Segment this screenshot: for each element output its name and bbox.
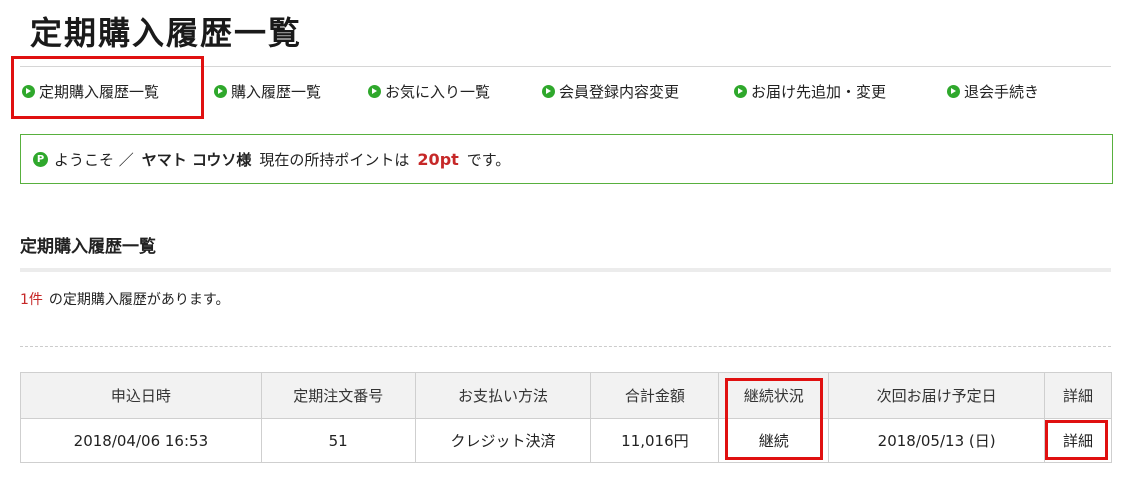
nav-item-delivery-address[interactable]: お届け先追加・変更 bbox=[734, 80, 886, 102]
column-header: 合計金額 bbox=[590, 372, 720, 419]
history-count-text: の定期購入履歴があります。 bbox=[48, 292, 230, 308]
nav-item-purchase-history[interactable]: 購入履歴一覧 bbox=[214, 80, 321, 102]
nav-item-label: 購入履歴一覧 bbox=[231, 82, 322, 101]
welcome-greeting: ようこそ ／ bbox=[54, 150, 134, 169]
table-header-row: 申込日時 定期注文番号 お支払い方法 合計金額 継続状況 次回お届け予定日 詳細 bbox=[20, 372, 1112, 419]
column-header: 継続状況 bbox=[718, 372, 830, 419]
section-title: 定期購入履歴一覧 bbox=[20, 237, 156, 257]
page-title: 定期購入履歴一覧 bbox=[30, 14, 303, 52]
nav-item-label: お届け先追加・変更 bbox=[751, 82, 887, 101]
nav-item-withdraw[interactable]: 退会手続き bbox=[947, 80, 1039, 102]
member-name: ヤマト コウソ様 bbox=[141, 150, 252, 169]
history-count: 1件 bbox=[20, 292, 43, 308]
next-delivery-date-cell: 2018/05/13 (日) bbox=[828, 418, 1046, 463]
subscription-history-table: 申込日時 定期注文番号 お支払い方法 合計金額 継続状況 次回お届け予定日 詳細… bbox=[20, 372, 1112, 463]
section-divider bbox=[20, 268, 1111, 272]
arrow-bullet-icon bbox=[214, 84, 227, 98]
nav-item-label: 会員登録内容変更 bbox=[559, 82, 680, 101]
arrow-bullet-icon bbox=[734, 84, 747, 98]
welcome-box: P ようこそ ／ ヤマト コウソ様 現在の所持ポイントは 20pt です。 bbox=[20, 134, 1113, 184]
detail-link[interactable]: 詳細 bbox=[1044, 418, 1112, 463]
order-number-cell: 51 bbox=[260, 418, 416, 463]
points-value: 20pt bbox=[417, 149, 459, 169]
payment-method-cell: クレジット決済 bbox=[414, 418, 592, 463]
nav-item-favorites[interactable]: お気に入り一覧 bbox=[368, 80, 490, 102]
arrow-bullet-icon bbox=[947, 84, 960, 98]
nav-item-label: お気に入り一覧 bbox=[385, 82, 491, 101]
column-header: 詳細 bbox=[1044, 372, 1112, 419]
table-row: 2018/04/06 16:53 51 クレジット決済 11,016円 継続 2… bbox=[20, 418, 1112, 463]
total-amount-cell: 11,016円 bbox=[590, 418, 720, 463]
arrow-bullet-icon bbox=[542, 84, 555, 98]
points-icon: P bbox=[33, 151, 48, 167]
nav-item-member-info-edit[interactable]: 会員登録内容変更 bbox=[542, 80, 679, 102]
column-header: お支払い方法 bbox=[414, 372, 592, 419]
arrow-bullet-icon bbox=[368, 84, 381, 98]
continuation-status-cell: 継続 bbox=[718, 418, 830, 463]
points-prefix: 現在の所持ポイントは bbox=[259, 150, 410, 169]
highlight-box-nav bbox=[11, 56, 204, 119]
column-header: 申込日時 bbox=[20, 372, 262, 419]
order-date-cell: 2018/04/06 16:53 bbox=[20, 418, 262, 463]
points-suffix: です。 bbox=[466, 150, 511, 169]
nav-item-label: 退会手続き bbox=[964, 82, 1040, 101]
history-count-line: 1件 の定期購入履歴があります。 bbox=[20, 289, 230, 309]
column-header: 定期注文番号 bbox=[260, 372, 416, 419]
dotted-divider bbox=[20, 346, 1111, 347]
column-header: 次回お届け予定日 bbox=[828, 372, 1046, 419]
